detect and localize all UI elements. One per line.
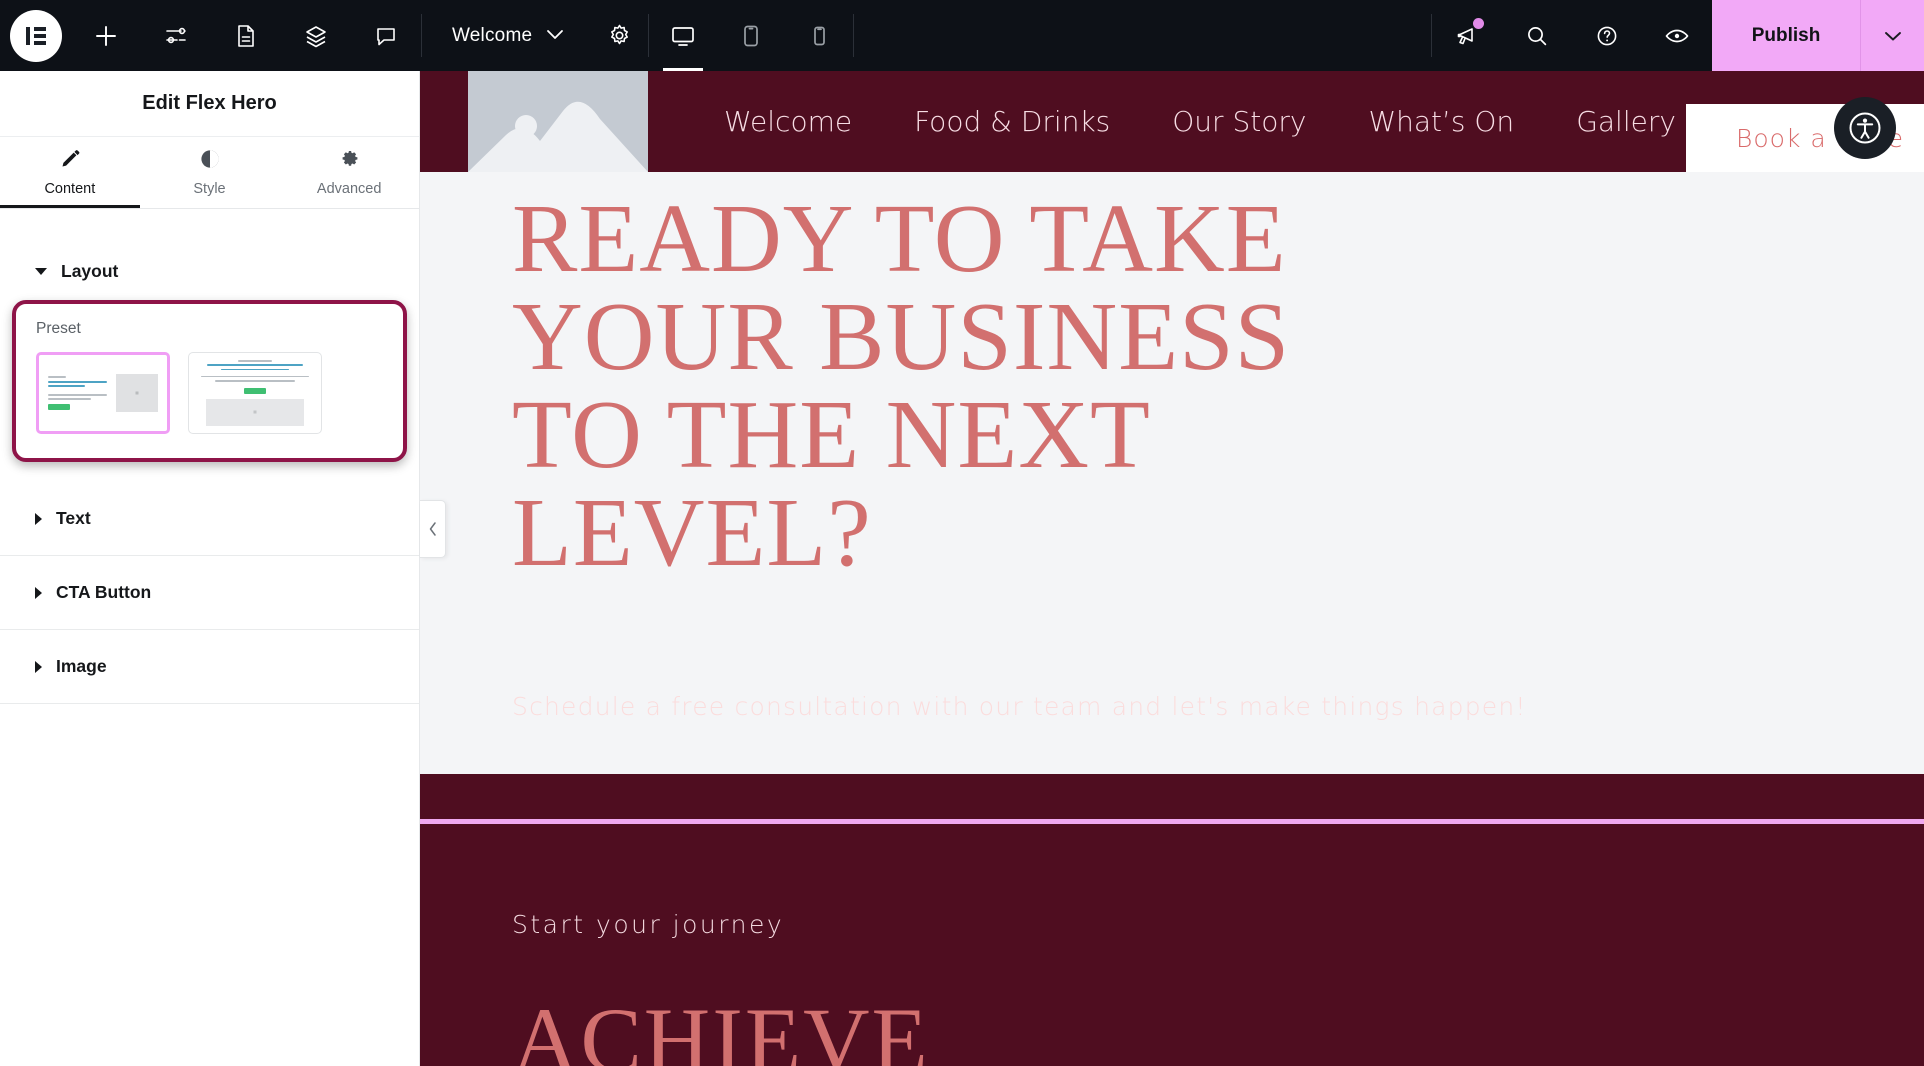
thumb-line: [48, 393, 107, 396]
notification-badge-dot: [1473, 18, 1484, 29]
page-settings-gear-icon[interactable]: [590, 0, 648, 71]
finder-search-icon[interactable]: [1502, 0, 1572, 71]
contrast-circle-icon: [199, 148, 221, 175]
editor-top-bar: Welcome Publish: [0, 0, 1924, 71]
responsive-device-switcher: [649, 0, 853, 71]
section-image-header[interactable]: Image: [35, 656, 419, 677]
thumb-line: [48, 376, 67, 378]
section-layout: Layout: [0, 209, 419, 300]
chevron-down-icon: [35, 268, 47, 275]
thumb-image-placeholder: [205, 398, 305, 426]
section-text-header[interactable]: Text: [35, 508, 419, 529]
image-placeholder-icon: [468, 71, 648, 172]
hero-heading: READY TO TAKE YOUR BUSINESS TO THE NEXT …: [512, 185, 1291, 587]
nav-link-our-story[interactable]: Our Story: [1172, 105, 1306, 138]
thumb-line: [48, 380, 107, 383]
thumb-line: [200, 375, 310, 378]
preset-control-highlight: Preset: [12, 300, 407, 462]
section-divider-band: [420, 774, 1924, 819]
chevron-down-icon: [546, 27, 564, 45]
panel-header: Edit Flex Hero: [0, 71, 419, 137]
editor-sidebar-panel: Edit Flex Hero Content Style Advanced La…: [0, 71, 420, 1066]
hero-section: READY TO TAKE YOUR BUSINESS TO THE NEXT …: [420, 172, 1924, 774]
chevron-right-icon: [35, 586, 42, 599]
section-layout-header[interactable]: Layout: [35, 235, 419, 300]
page-selector[interactable]: Welcome: [422, 0, 590, 71]
next-section-heading: ACHIEVE: [512, 989, 930, 1066]
preset-thumbnail-2: [189, 353, 321, 433]
page-title: Edit Flex Hero: [142, 92, 277, 114]
preset-thumb-text-block: [48, 376, 110, 410]
thumb-line: [215, 379, 295, 382]
section-cta-button: CTA Button: [0, 556, 419, 630]
tab-style-label: Style: [193, 181, 226, 197]
publish-options-chevron-down-icon[interactable]: [1860, 0, 1924, 71]
thumb-button: [48, 404, 70, 410]
site-settings-sliders-icon[interactable]: [141, 0, 211, 71]
top-bar-spacer: [854, 0, 1431, 71]
thumb-image-placeholder: [115, 374, 158, 412]
thumb-line: [237, 360, 273, 362]
tab-content-label: Content: [44, 181, 96, 197]
help-icon[interactable]: [1572, 0, 1642, 71]
comments-icon[interactable]: [351, 0, 421, 71]
nav-link-gallery[interactable]: Gallery: [1576, 105, 1676, 138]
preview-canvas: Welcome Food & Drinks Our Story What’s O…: [420, 71, 1924, 1066]
section-cta-button-label: CTA Button: [56, 582, 152, 602]
preset-options: [36, 352, 383, 434]
gear-icon: [338, 148, 360, 175]
chevron-right-icon: [35, 660, 42, 673]
add-element-icon[interactable]: [71, 0, 141, 71]
site-header-nav: Welcome Food & Drinks Our Story What’s O…: [420, 71, 1924, 172]
tab-advanced-label: Advanced: [316, 181, 382, 197]
tab-content[interactable]: Content: [0, 137, 140, 208]
top-bar-center-group: Welcome: [422, 0, 648, 71]
thumb-line: [220, 368, 290, 371]
nav-link-welcome[interactable]: Welcome: [724, 105, 852, 138]
site-nav-links: Welcome Food & Drinks Our Story What’s O…: [724, 105, 1676, 138]
thumb-line: [48, 398, 92, 400]
nav-link-food-and-drinks[interactable]: Food & Drinks: [914, 105, 1110, 138]
thumb-line: [206, 364, 304, 367]
preset-option-text-left-image-right[interactable]: [36, 352, 170, 434]
pencil-icon: [59, 148, 81, 175]
top-bar-left-group: [0, 0, 421, 71]
section-text-label: Text: [56, 508, 91, 528]
preset-thumbnail-1: [39, 355, 167, 431]
preview-eye-icon[interactable]: [1642, 0, 1712, 71]
section-image: Image: [0, 630, 419, 704]
device-tablet-button[interactable]: [717, 0, 785, 71]
panel-tabs: Content Style Advanced: [0, 137, 419, 209]
device-desktop-button[interactable]: [649, 0, 717, 71]
elementor-logo-button[interactable]: [0, 0, 71, 71]
next-section: Start your journey ACHIEVE: [420, 824, 1924, 1066]
hero-subtitle: Schedule a free consultation with our te…: [512, 692, 1527, 721]
tab-style[interactable]: Style: [140, 137, 280, 208]
top-bar-right-group: Publish: [1432, 0, 1924, 71]
page-selector-label: Welcome: [452, 24, 533, 46]
preset-label: Preset: [36, 320, 81, 337]
device-mobile-button[interactable]: [785, 0, 853, 71]
chevron-right-icon: [35, 512, 42, 525]
preset-option-centered-text-image-below[interactable]: [188, 352, 322, 434]
thumb-line: [48, 385, 85, 387]
publish-button[interactable]: Publish: [1712, 0, 1860, 71]
panel-collapse-handle[interactable]: [420, 500, 446, 558]
section-text: Text: [0, 482, 419, 556]
elementor-logo-icon: [9, 9, 62, 62]
section-cta-button-header[interactable]: CTA Button: [35, 582, 419, 603]
whats-new-megaphone-icon[interactable]: [1432, 0, 1502, 71]
page-document-icon[interactable]: [211, 0, 281, 71]
tab-advanced[interactable]: Advanced: [279, 137, 419, 208]
section-image-label: Image: [56, 656, 107, 676]
next-section-eyebrow: Start your journey: [512, 910, 785, 939]
nav-link-whats-on[interactable]: What’s On: [1368, 105, 1514, 138]
thumb-button: [244, 388, 266, 394]
structure-layers-icon[interactable]: [281, 0, 351, 71]
section-layout-label: Layout: [61, 261, 119, 281]
accessibility-person-icon[interactable]: [1834, 97, 1896, 159]
